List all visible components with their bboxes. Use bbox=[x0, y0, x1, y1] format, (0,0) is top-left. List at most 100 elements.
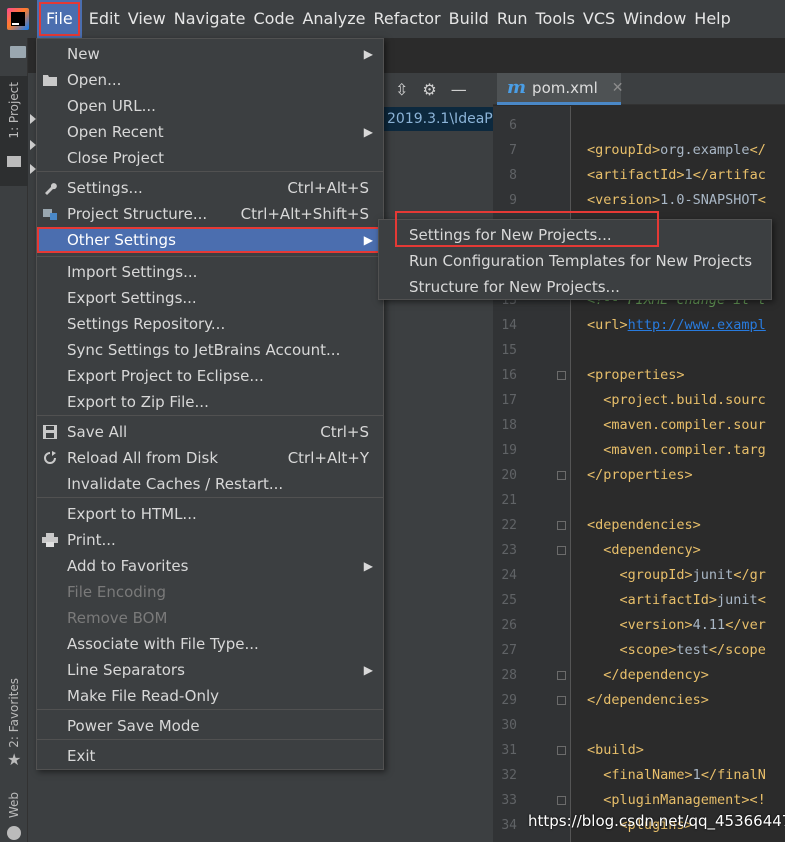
file-menu-dropdown: New ▶ Open... Open URL... Open Recent ▶ Close … bbox=[36, 38, 384, 770]
menu-item-power-save-mode[interactable]: Power Save Mode bbox=[37, 713, 383, 739]
submenu-item-structure-new-projects[interactable]: Structure for New Projects... bbox=[379, 274, 771, 300]
code-line: 7 <groupId>org.example</ bbox=[493, 138, 785, 163]
menu-view[interactable]: View bbox=[124, 0, 170, 38]
line-number: 18 bbox=[501, 418, 517, 433]
submenu-item-run-config-templates[interactable]: Run Configuration Templates for New Proj… bbox=[379, 248, 771, 274]
code-line: 24 <groupId>junit</gr bbox=[493, 563, 785, 588]
menu-file[interactable]: File bbox=[37, 0, 82, 38]
menu-window[interactable]: Window bbox=[619, 0, 690, 38]
collapse-all-icon[interactable]: ⇳ bbox=[395, 80, 408, 99]
menu-run[interactable]: Run bbox=[493, 0, 532, 38]
left-tool-strip: 1: Project 2: Favorites ★ Web bbox=[0, 38, 28, 842]
fold-marker-icon[interactable] bbox=[557, 471, 566, 480]
menu-build[interactable]: Build bbox=[445, 0, 493, 38]
fold-marker-icon[interactable] bbox=[557, 696, 566, 705]
tab-pom-xml[interactable]: m pom.xml ✕ bbox=[497, 73, 624, 105]
menu-vcs[interactable]: VCS bbox=[579, 0, 619, 38]
menu-item-remove-bom: Remove BOM bbox=[37, 605, 383, 631]
code-line: 16 <properties> bbox=[493, 363, 785, 388]
code-line: 33 <pluginManagement><! bbox=[493, 788, 785, 813]
web-tool-tab[interactable]: Web bbox=[7, 792, 21, 818]
code-line: 18 <maven.compiler.sour bbox=[493, 413, 785, 438]
menu-item-settings-repository[interactable]: Settings Repository... bbox=[37, 311, 383, 337]
menu-item-settings[interactable]: Settings... Ctrl+Alt+S bbox=[37, 175, 383, 201]
menu-item-other-settings[interactable]: Other Settings ▶ bbox=[37, 227, 383, 253]
minimize-icon[interactable]: — bbox=[451, 80, 467, 99]
reload-icon bbox=[44, 451, 56, 464]
code-text: <version>4.11</ver bbox=[587, 617, 766, 633]
menu-item-exit[interactable]: Exit bbox=[37, 743, 383, 769]
menu-item-sync-settings-to-jetbrains-account[interactable]: Sync Settings to JetBrains Account... bbox=[37, 337, 383, 363]
menu-item-label: Close Project bbox=[67, 149, 164, 167]
code-line: 30 bbox=[493, 713, 785, 738]
code-line: 22 <dependencies> bbox=[493, 513, 785, 538]
code-line: 26 <version>4.11</ver bbox=[493, 613, 785, 638]
gear-icon[interactable]: ⚙ bbox=[422, 80, 436, 99]
menu-item-label: Line Separators bbox=[67, 661, 185, 679]
fold-marker-icon[interactable] bbox=[557, 546, 566, 555]
folder-icon[interactable] bbox=[10, 46, 26, 58]
code-text: <groupId>org.example</ bbox=[587, 142, 766, 158]
menu-item-associate-with-file-type[interactable]: Associate with File Type... bbox=[37, 631, 383, 657]
watermark-text: https://blog.csdn.net/qq_45366447 bbox=[528, 812, 785, 830]
menu-item-open-url[interactable]: Open URL... bbox=[37, 93, 383, 119]
project-tool-tab[interactable]: 1: Project bbox=[0, 76, 28, 186]
menu-item-export-to-html[interactable]: Export to HTML... bbox=[37, 501, 383, 527]
code-text: </dependencies> bbox=[587, 692, 709, 708]
menu-help[interactable]: Help bbox=[690, 0, 734, 38]
menu-item-open[interactable]: Open... bbox=[37, 67, 383, 93]
code-text: <pluginManagement><! bbox=[587, 792, 766, 808]
menu-item-export-to-zip-file[interactable]: Export to Zip File... bbox=[37, 389, 383, 415]
menu-analyze[interactable]: Analyze bbox=[298, 0, 369, 38]
favorites-tool-tab[interactable]: 2: Favorites bbox=[7, 678, 21, 748]
code-line: 9 <version>1.0-SNAPSHOT< bbox=[493, 188, 785, 213]
code-text: <build> bbox=[587, 742, 644, 758]
fold-marker-icon[interactable] bbox=[557, 671, 566, 680]
menu-refactor[interactable]: Refactor bbox=[370, 0, 445, 38]
code-text: </dependency> bbox=[587, 667, 709, 683]
menu-item-label: Settings... bbox=[67, 179, 143, 197]
menu-item-new[interactable]: New ▶ bbox=[37, 41, 383, 67]
menu-code[interactable]: Code bbox=[250, 0, 299, 38]
code-line: 19 <maven.compiler.targ bbox=[493, 438, 785, 463]
menu-item-export-project-to-eclipse[interactable]: Export Project to Eclipse... bbox=[37, 363, 383, 389]
menu-item-label: Exit bbox=[67, 747, 96, 765]
code-line: 21 bbox=[493, 488, 785, 513]
menu-item-reload-all-from-disk[interactable]: Reload All from Disk Ctrl+Alt+Y bbox=[37, 445, 383, 471]
line-number: 30 bbox=[501, 718, 517, 733]
code-text: <finalName>1</finalN bbox=[587, 767, 766, 783]
menu-item-save-all[interactable]: Save All Ctrl+S bbox=[37, 419, 383, 445]
menu-item-project-structure[interactable]: Project Structure... Ctrl+Alt+Shift+S bbox=[37, 201, 383, 227]
line-number: 16 bbox=[501, 368, 517, 383]
code-line: 6 bbox=[493, 113, 785, 138]
menu-separator bbox=[37, 497, 383, 498]
fold-marker-icon[interactable] bbox=[557, 371, 566, 380]
menu-item-print[interactable]: Print... bbox=[37, 527, 383, 553]
line-number: 20 bbox=[501, 468, 517, 483]
menu-edit[interactable]: Edit bbox=[85, 0, 124, 38]
line-number: 27 bbox=[501, 643, 517, 658]
fold-marker-icon[interactable] bbox=[557, 796, 566, 805]
line-number: 29 bbox=[501, 693, 517, 708]
menu-item-import-settings[interactable]: Import Settings... bbox=[37, 259, 383, 285]
project-path-row[interactable]: 2019.3.1\IdeaPr bbox=[383, 107, 493, 131]
menu-tools[interactable]: Tools bbox=[532, 0, 579, 38]
code-line: 20 </properties> bbox=[493, 463, 785, 488]
close-icon[interactable]: ✕ bbox=[612, 80, 624, 96]
fold-marker-icon[interactable] bbox=[557, 521, 566, 530]
menu-item-close-project[interactable]: Close Project bbox=[37, 145, 383, 171]
menu-item-invalidate-caches-restart[interactable]: Invalidate Caches / Restart... bbox=[37, 471, 383, 497]
menu-navigate[interactable]: Navigate bbox=[170, 0, 250, 38]
menu-item-export-settings[interactable]: Export Settings... bbox=[37, 285, 383, 311]
fold-marker-icon[interactable] bbox=[557, 746, 566, 755]
globe-icon bbox=[7, 826, 21, 840]
menu-item-add-to-favorites[interactable]: Add to Favorites ▶ bbox=[37, 553, 383, 579]
menu-item-label: Open Recent bbox=[67, 123, 164, 141]
menu-item-line-separators[interactable]: Line Separators ▶ bbox=[37, 657, 383, 683]
menu-item-make-file-read-only[interactable]: Make File Read-Only bbox=[37, 683, 383, 709]
menu-item-open-recent[interactable]: Open Recent ▶ bbox=[37, 119, 383, 145]
intellij-logo-icon bbox=[7, 8, 29, 30]
folder-icon bbox=[7, 156, 21, 167]
code-line: 28 </dependency> bbox=[493, 663, 785, 688]
print-icon bbox=[42, 533, 58, 547]
